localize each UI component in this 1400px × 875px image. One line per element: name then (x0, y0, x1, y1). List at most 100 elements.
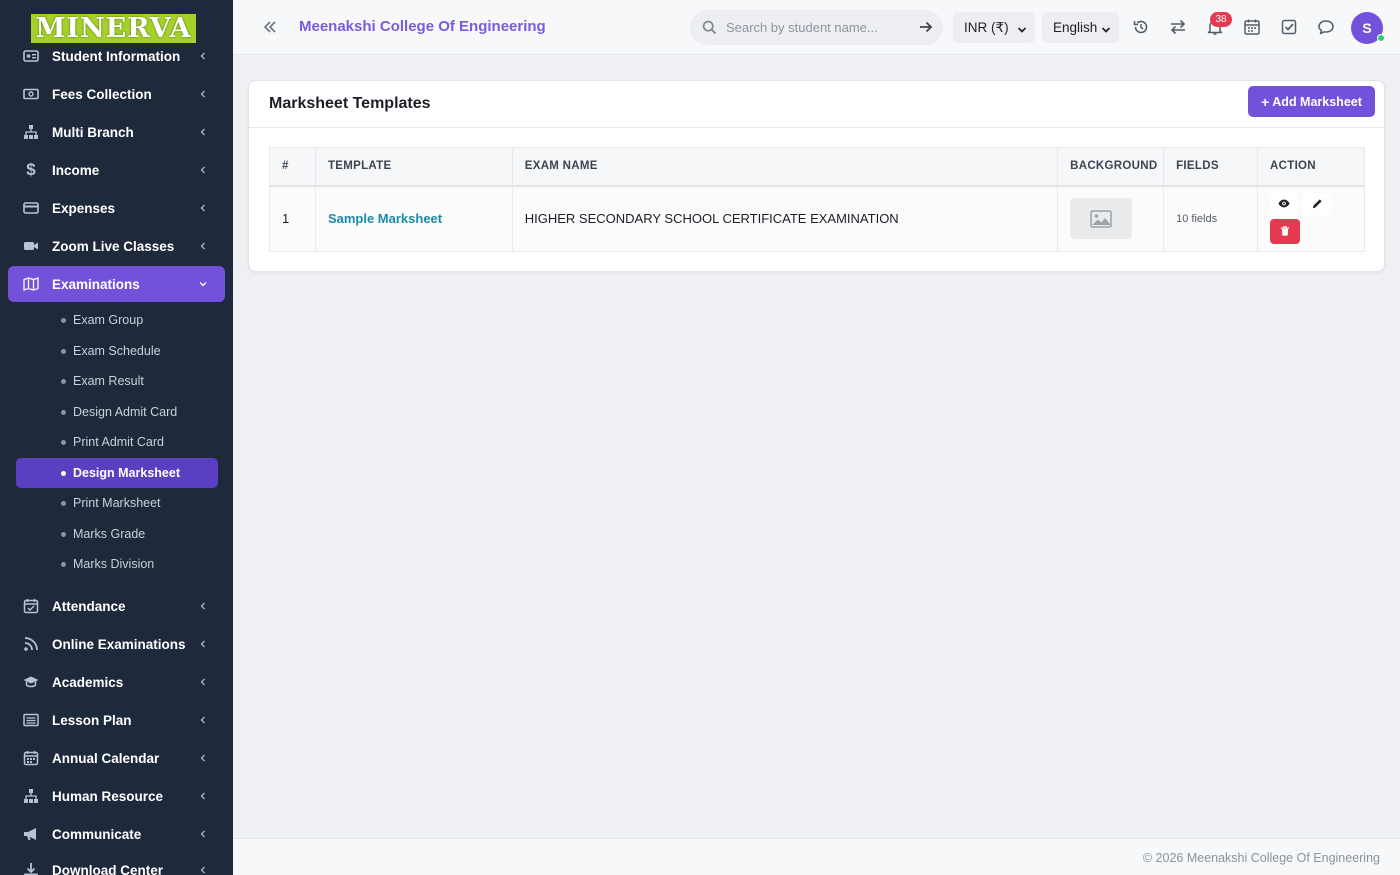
sidebar-item-label: Download Center (52, 862, 164, 875)
language-select[interactable]: English (1042, 12, 1119, 43)
sidebar-item-academics[interactable]: Academics (8, 664, 225, 700)
sub-item-design-marksheet[interactable]: Design Marksheet (16, 458, 218, 488)
template-link[interactable]: Sample Marksheet (314, 185, 513, 252)
sub-item-exam-result[interactable]: Exam Result (16, 366, 218, 396)
college-name[interactable]: Meenakshi College Of Engineering (299, 18, 546, 35)
divider (249, 127, 1384, 128)
sidebar-item-expenses[interactable]: Expenses (8, 190, 225, 226)
sidebar-item-label: Student Information (52, 48, 181, 64)
bullet-dot (61, 348, 66, 354)
chevron-left-icon (199, 754, 207, 762)
add-marksheet-label: Add Marksheet (1272, 94, 1362, 109)
sub-item-design-admit-card[interactable]: Design Admit Card (16, 397, 218, 427)
list-icon (22, 711, 40, 729)
sidebar: Student Information Fees Collection Mult… (0, 0, 233, 875)
sitemap-icon (22, 123, 40, 141)
sidebar-item-examinations[interactable]: Examinations (8, 266, 225, 302)
currency-select[interactable]: INR (₹) (953, 12, 1035, 43)
collapse-sidebar-icon[interactable] (261, 18, 279, 36)
credit-card-icon (22, 199, 40, 217)
bullhorn-icon (22, 825, 40, 843)
footer: © 2026 Meenakshi College Of Engineering (233, 838, 1400, 875)
chevron-left-icon (199, 166, 207, 174)
sidebar-item-zoom-live-classes[interactable]: Zoom Live Classes (8, 228, 225, 264)
chevron-left-icon (199, 204, 207, 212)
plus-icon: + (1261, 93, 1270, 110)
sidebar-item-income[interactable]: $ Income (8, 152, 225, 188)
calendar-icon[interactable] (1243, 18, 1261, 36)
online-status-dot (1377, 34, 1385, 42)
trash-icon (1280, 226, 1290, 236)
table-row: 1 Sample Marksheet HIGHER SECONDARY SCHO… (269, 185, 1365, 252)
delete-button[interactable] (1270, 218, 1301, 244)
video-icon (22, 237, 40, 255)
sub-item-exam-group[interactable]: Exam Group (16, 305, 218, 335)
sidebar-item-label: Multi Branch (52, 124, 134, 140)
row-number: 1 (269, 185, 316, 252)
column-header-background: BACKGROUND (1057, 147, 1165, 187)
bullet-dot (61, 561, 66, 567)
bullet-dot (61, 409, 66, 415)
column-header-action: ACTION (1257, 147, 1365, 187)
chevron-left-icon (199, 242, 207, 250)
marksheet-templates-card: Marksheet Templates + Add Marksheet # TE… (248, 80, 1385, 272)
sidebar-item-label: Zoom Live Classes (52, 238, 175, 254)
image-placeholder-icon (1070, 198, 1133, 240)
table-header-row: # TEMPLATE EXAM NAME BACKGROUND FIELDS A… (269, 147, 1365, 187)
footer-copyright: © 2026 Meenakshi College Of Engineering (1142, 851, 1380, 865)
checkbox-icon[interactable] (1280, 18, 1298, 36)
exam-name: HIGHER SECONDARY SCHOOL CERTIFICATE EXAM… (511, 185, 1059, 252)
sidebar-item-multi-branch[interactable]: Multi Branch (8, 114, 225, 150)
sidebar-item-human-resource[interactable]: Human Resource (8, 778, 225, 814)
chat-icon[interactable] (1317, 18, 1335, 36)
templates-table: # TEMPLATE EXAM NAME BACKGROUND FIELDS A… (269, 147, 1365, 252)
sub-item-print-marksheet[interactable]: Print Marksheet (16, 488, 218, 518)
chevron-left-icon (199, 128, 207, 136)
arrow-right-icon[interactable] (919, 20, 933, 34)
sidebar-item-online-examinations[interactable]: Online Examinations (8, 626, 225, 662)
rss-icon (22, 635, 40, 653)
edit-button[interactable] (1303, 192, 1332, 215)
chevron-down-icon (1017, 23, 1027, 33)
chevron-left-icon (199, 866, 207, 874)
sidebar-item-label: Fees Collection (52, 86, 152, 102)
sidebar-item-annual-calendar[interactable]: Annual Calendar (8, 740, 225, 776)
chevron-left-icon (199, 90, 207, 98)
exchange-icon[interactable] (1169, 18, 1187, 36)
sidebar-item-fees-collection[interactable]: Fees Collection (8, 76, 225, 112)
view-button[interactable] (1270, 192, 1299, 215)
sub-item-label: Exam Group (73, 313, 144, 327)
bullet-dot (61, 378, 66, 384)
currency-value: INR (₹) (964, 19, 1009, 35)
action-group (1270, 192, 1364, 245)
map-icon (22, 275, 40, 293)
sidebar-item-communicate[interactable]: Communicate (8, 816, 225, 852)
sidebar-item-download-center[interactable]: Download Center (8, 852, 225, 875)
eye-icon (1278, 199, 1290, 208)
sidebar-item-attendance[interactable]: Attendance (8, 588, 225, 624)
sidebar-item-label: Online Examinations (52, 636, 186, 652)
search-icon (702, 20, 717, 35)
sub-item-marks-division[interactable]: Marks Division (16, 549, 218, 579)
search-input[interactable] (726, 10, 906, 45)
sub-item-marks-grade[interactable]: Marks Grade (16, 519, 218, 549)
action-cell (1257, 185, 1365, 252)
brand-logo[interactable]: MINERVA (31, 14, 196, 43)
pencil-icon (1312, 199, 1322, 209)
sub-item-print-admit-card[interactable]: Print Admit Card (16, 427, 218, 457)
sub-item-exam-schedule[interactable]: Exam Schedule (16, 336, 218, 366)
column-header-fields: FIELDS (1163, 147, 1259, 187)
add-marksheet-button[interactable]: + Add Marksheet (1248, 86, 1375, 117)
column-header-exam-name: EXAM NAME (511, 147, 1059, 187)
chevron-down-icon (1101, 23, 1111, 33)
history-icon[interactable] (1132, 18, 1150, 36)
column-header-template: TEMPLATE (314, 147, 513, 187)
sidebar-item-lesson-plan[interactable]: Lesson Plan (8, 702, 225, 738)
chevron-left-icon (199, 830, 207, 838)
sub-item-label: Design Admit Card (73, 405, 178, 419)
dollar-icon: $ (26, 160, 36, 179)
sidebar-item-label: Examinations (52, 276, 140, 292)
sidebar-item-label: Attendance (52, 598, 126, 614)
background-cell (1057, 185, 1165, 252)
sub-item-label: Exam Result (73, 374, 144, 388)
